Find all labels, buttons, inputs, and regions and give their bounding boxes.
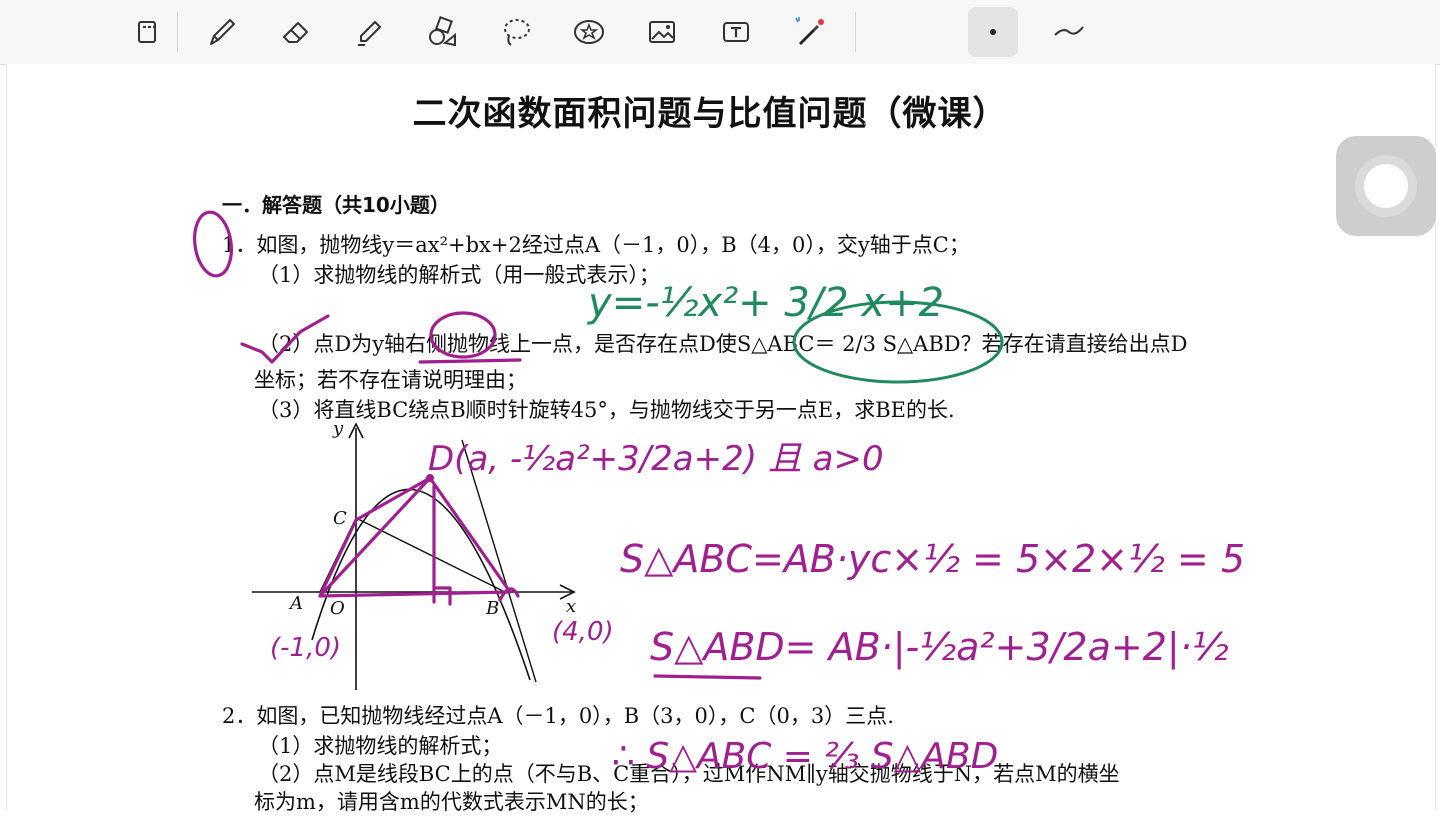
ink-underline-2 [653, 674, 762, 680]
ink-point-a-label: (-1,0) [270, 633, 341, 663]
ink-answer-parabola: y=-½x²+ 3/2 x+2 [587, 280, 944, 326]
ink-area-abd: S△ABD= AB·|-½a²+3/2a+2|·½ [650, 625, 1229, 670]
label-b: B [485, 598, 499, 619]
ink-circle-right-side [429, 311, 497, 359]
ink-point-d-expr: D(a, -½a²+3/2a+2) 且 a>0 [428, 439, 884, 479]
ink-ratio: ∴ S△ABC = ⅔ S△ABD [612, 736, 998, 777]
ink-point-b-label: (4,0) [552, 617, 614, 647]
ink-circle-q1 [193, 210, 233, 278]
assistive-touch-button[interactable] [1336, 136, 1436, 236]
ink-underline [418, 358, 522, 364]
label-o: O [330, 598, 345, 619]
ink-checkmark-icon [240, 314, 330, 364]
label-y: y [332, 418, 344, 439]
green-ink: y=-½x²+ 3/2 x+2 [587, 280, 1004, 384]
label-x: x [566, 596, 576, 617]
ink-area-abc: S△ABC=AB·yc×½ = 5×2×½ = 5 [620, 537, 1245, 581]
label-a: A [288, 593, 303, 614]
figure-and-annotations: y x C A O B (-1,0) (4,0) D(a, -½a²+3/2a+… [193, 210, 1245, 777]
label-c: C [333, 508, 347, 529]
